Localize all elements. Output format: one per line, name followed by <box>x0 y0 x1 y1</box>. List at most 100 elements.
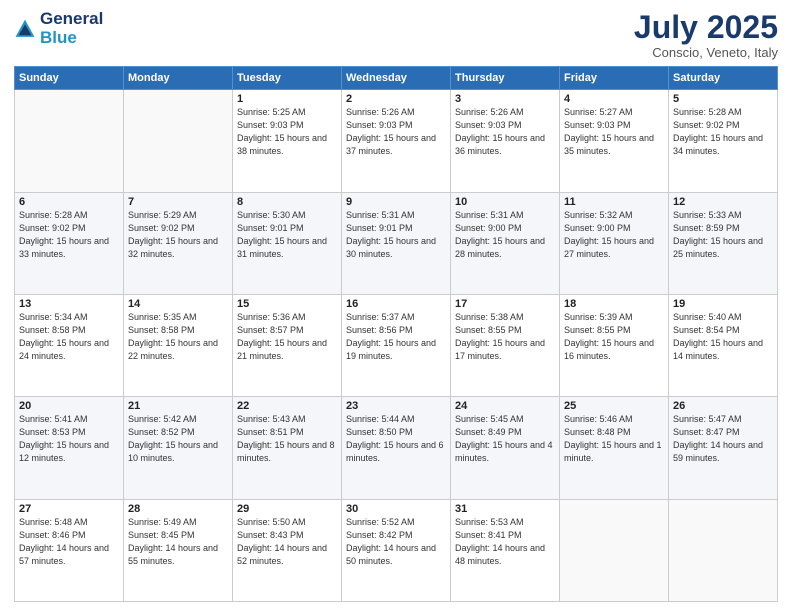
day-number: 11 <box>564 196 664 208</box>
day-info: Sunrise: 5:38 AMSunset: 8:55 PMDaylight:… <box>455 311 555 363</box>
day-info: Sunrise: 5:28 AMSunset: 9:02 PMDaylight:… <box>673 106 773 158</box>
calendar-cell: 15Sunrise: 5:36 AMSunset: 8:57 PMDayligh… <box>233 294 342 396</box>
calendar-cell: 9Sunrise: 5:31 AMSunset: 9:01 PMDaylight… <box>342 192 451 294</box>
calendar-cell: 5Sunrise: 5:28 AMSunset: 9:02 PMDaylight… <box>669 90 778 192</box>
calendar-week-row: 13Sunrise: 5:34 AMSunset: 8:58 PMDayligh… <box>15 294 778 396</box>
day-number: 4 <box>564 93 664 105</box>
day-info: Sunrise: 5:52 AMSunset: 8:42 PMDaylight:… <box>346 516 446 568</box>
day-number: 5 <box>673 93 773 105</box>
calendar-cell: 30Sunrise: 5:52 AMSunset: 8:42 PMDayligh… <box>342 499 451 601</box>
calendar-cell: 14Sunrise: 5:35 AMSunset: 8:58 PMDayligh… <box>124 294 233 396</box>
day-info: Sunrise: 5:36 AMSunset: 8:57 PMDaylight:… <box>237 311 337 363</box>
day-info: Sunrise: 5:45 AMSunset: 8:49 PMDaylight:… <box>455 413 555 465</box>
header: General Blue July 2025 Conscio, Veneto, … <box>14 10 778 60</box>
calendar-cell: 8Sunrise: 5:30 AMSunset: 9:01 PMDaylight… <box>233 192 342 294</box>
day-number: 28 <box>128 503 228 515</box>
calendar-cell: 17Sunrise: 5:38 AMSunset: 8:55 PMDayligh… <box>451 294 560 396</box>
day-info: Sunrise: 5:50 AMSunset: 8:43 PMDaylight:… <box>237 516 337 568</box>
calendar-cell: 25Sunrise: 5:46 AMSunset: 8:48 PMDayligh… <box>560 397 669 499</box>
location: Conscio, Veneto, Italy <box>634 45 778 60</box>
calendar-week-row: 6Sunrise: 5:28 AMSunset: 9:02 PMDaylight… <box>15 192 778 294</box>
col-wednesday: Wednesday <box>342 67 451 90</box>
calendar-cell: 16Sunrise: 5:37 AMSunset: 8:56 PMDayligh… <box>342 294 451 396</box>
day-info: Sunrise: 5:26 AMSunset: 9:03 PMDaylight:… <box>455 106 555 158</box>
day-info: Sunrise: 5:48 AMSunset: 8:46 PMDaylight:… <box>19 516 119 568</box>
day-number: 13 <box>19 298 119 310</box>
calendar-cell: 1Sunrise: 5:25 AMSunset: 9:03 PMDaylight… <box>233 90 342 192</box>
month-title: July 2025 <box>634 10 778 45</box>
calendar-week-row: 27Sunrise: 5:48 AMSunset: 8:46 PMDayligh… <box>15 499 778 601</box>
day-number: 9 <box>346 196 446 208</box>
calendar-cell: 6Sunrise: 5:28 AMSunset: 9:02 PMDaylight… <box>15 192 124 294</box>
day-info: Sunrise: 5:46 AMSunset: 8:48 PMDaylight:… <box>564 413 664 465</box>
day-number: 2 <box>346 93 446 105</box>
day-number: 30 <box>346 503 446 515</box>
day-number: 23 <box>346 400 446 412</box>
calendar-cell: 21Sunrise: 5:42 AMSunset: 8:52 PMDayligh… <box>124 397 233 499</box>
day-info: Sunrise: 5:34 AMSunset: 8:58 PMDaylight:… <box>19 311 119 363</box>
day-number: 7 <box>128 196 228 208</box>
day-number: 27 <box>19 503 119 515</box>
day-info: Sunrise: 5:37 AMSunset: 8:56 PMDaylight:… <box>346 311 446 363</box>
calendar-cell: 23Sunrise: 5:44 AMSunset: 8:50 PMDayligh… <box>342 397 451 499</box>
day-number: 12 <box>673 196 773 208</box>
calendar-cell: 22Sunrise: 5:43 AMSunset: 8:51 PMDayligh… <box>233 397 342 499</box>
calendar-cell: 4Sunrise: 5:27 AMSunset: 9:03 PMDaylight… <box>560 90 669 192</box>
day-info: Sunrise: 5:39 AMSunset: 8:55 PMDaylight:… <box>564 311 664 363</box>
day-number: 26 <box>673 400 773 412</box>
day-number: 20 <box>19 400 119 412</box>
day-info: Sunrise: 5:40 AMSunset: 8:54 PMDaylight:… <box>673 311 773 363</box>
day-info: Sunrise: 5:27 AMSunset: 9:03 PMDaylight:… <box>564 106 664 158</box>
calendar-cell <box>15 90 124 192</box>
page: General Blue July 2025 Conscio, Veneto, … <box>0 0 792 612</box>
day-number: 29 <box>237 503 337 515</box>
day-info: Sunrise: 5:53 AMSunset: 8:41 PMDaylight:… <box>455 516 555 568</box>
col-saturday: Saturday <box>669 67 778 90</box>
day-info: Sunrise: 5:42 AMSunset: 8:52 PMDaylight:… <box>128 413 228 465</box>
calendar-cell: 24Sunrise: 5:45 AMSunset: 8:49 PMDayligh… <box>451 397 560 499</box>
col-sunday: Sunday <box>15 67 124 90</box>
calendar-cell: 27Sunrise: 5:48 AMSunset: 8:46 PMDayligh… <box>15 499 124 601</box>
calendar-cell: 26Sunrise: 5:47 AMSunset: 8:47 PMDayligh… <box>669 397 778 499</box>
calendar-cell: 18Sunrise: 5:39 AMSunset: 8:55 PMDayligh… <box>560 294 669 396</box>
calendar-header-row: Sunday Monday Tuesday Wednesday Thursday… <box>15 67 778 90</box>
calendar-week-row: 1Sunrise: 5:25 AMSunset: 9:03 PMDaylight… <box>15 90 778 192</box>
day-number: 17 <box>455 298 555 310</box>
day-info: Sunrise: 5:28 AMSunset: 9:02 PMDaylight:… <box>19 209 119 261</box>
calendar-cell: 13Sunrise: 5:34 AMSunset: 8:58 PMDayligh… <box>15 294 124 396</box>
calendar-table: Sunday Monday Tuesday Wednesday Thursday… <box>14 66 778 602</box>
day-info: Sunrise: 5:47 AMSunset: 8:47 PMDaylight:… <box>673 413 773 465</box>
calendar-cell <box>560 499 669 601</box>
day-number: 8 <box>237 196 337 208</box>
day-info: Sunrise: 5:25 AMSunset: 9:03 PMDaylight:… <box>237 106 337 158</box>
day-number: 31 <box>455 503 555 515</box>
day-info: Sunrise: 5:26 AMSunset: 9:03 PMDaylight:… <box>346 106 446 158</box>
day-number: 16 <box>346 298 446 310</box>
day-info: Sunrise: 5:43 AMSunset: 8:51 PMDaylight:… <box>237 413 337 465</box>
calendar-cell: 3Sunrise: 5:26 AMSunset: 9:03 PMDaylight… <box>451 90 560 192</box>
day-number: 14 <box>128 298 228 310</box>
col-thursday: Thursday <box>451 67 560 90</box>
day-number: 3 <box>455 93 555 105</box>
col-monday: Monday <box>124 67 233 90</box>
calendar-cell: 28Sunrise: 5:49 AMSunset: 8:45 PMDayligh… <box>124 499 233 601</box>
day-number: 22 <box>237 400 337 412</box>
calendar-cell: 12Sunrise: 5:33 AMSunset: 8:59 PMDayligh… <box>669 192 778 294</box>
calendar-cell: 11Sunrise: 5:32 AMSunset: 9:00 PMDayligh… <box>560 192 669 294</box>
day-info: Sunrise: 5:31 AMSunset: 9:01 PMDaylight:… <box>346 209 446 261</box>
day-number: 6 <box>19 196 119 208</box>
day-info: Sunrise: 5:31 AMSunset: 9:00 PMDaylight:… <box>455 209 555 261</box>
calendar-cell <box>124 90 233 192</box>
day-info: Sunrise: 5:35 AMSunset: 8:58 PMDaylight:… <box>128 311 228 363</box>
calendar-cell: 2Sunrise: 5:26 AMSunset: 9:03 PMDaylight… <box>342 90 451 192</box>
logo-text-blue: Blue <box>40 29 103 48</box>
calendar-cell: 19Sunrise: 5:40 AMSunset: 8:54 PMDayligh… <box>669 294 778 396</box>
calendar-cell: 29Sunrise: 5:50 AMSunset: 8:43 PMDayligh… <box>233 499 342 601</box>
day-number: 25 <box>564 400 664 412</box>
calendar-cell: 20Sunrise: 5:41 AMSunset: 8:53 PMDayligh… <box>15 397 124 499</box>
day-number: 18 <box>564 298 664 310</box>
day-number: 15 <box>237 298 337 310</box>
day-info: Sunrise: 5:44 AMSunset: 8:50 PMDaylight:… <box>346 413 446 465</box>
day-info: Sunrise: 5:29 AMSunset: 9:02 PMDaylight:… <box>128 209 228 261</box>
day-number: 21 <box>128 400 228 412</box>
